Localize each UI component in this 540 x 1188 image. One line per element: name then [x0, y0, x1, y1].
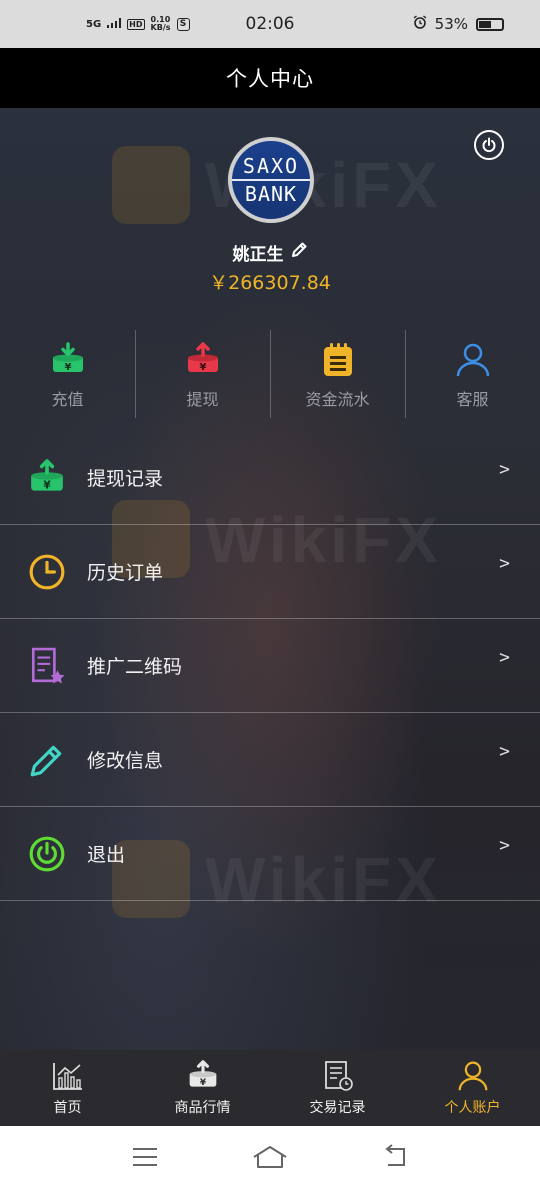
- power-icon: [482, 137, 496, 153]
- account-balance: ￥266307.84: [209, 272, 331, 294]
- username-row: 姚正生: [0, 240, 540, 265]
- power-icon: [28, 835, 66, 873]
- menu-item-label: 推广二维码: [87, 656, 183, 678]
- menu-item-history-orders[interactable]: 历史订单 >: [0, 525, 540, 619]
- page-title: 个人中心: [0, 48, 540, 108]
- home-icon[interactable]: [250, 1137, 290, 1177]
- receipt-icon: [321, 1059, 355, 1093]
- quick-action-label: 充值: [51, 390, 84, 409]
- avatar[interactable]: SAXO BANK: [228, 137, 314, 223]
- speed-readout: 0.10 KB/s: [151, 16, 171, 32]
- clock-icon: [28, 553, 66, 591]
- quick-actions: ¥ 充值 ¥ 提现 资金流水 客服: [0, 330, 540, 420]
- menu-item-label: 历史订单: [87, 562, 164, 584]
- document-star-icon: [28, 647, 66, 685]
- nav-label: 交易记录: [309, 1100, 366, 1116]
- chevron-right-icon: >: [499, 459, 510, 480]
- status-bar: 5G HD 0.10 KB/s S 02:06 53%: [0, 0, 540, 48]
- withdraw-icon: ¥: [183, 340, 223, 380]
- battery-percent: 53%: [434, 15, 468, 33]
- nav-trade-records[interactable]: 交易记录: [270, 1050, 405, 1126]
- system-nav-bar: [0, 1126, 540, 1188]
- nav-label: 商品行情: [174, 1100, 231, 1116]
- network-label: 5G: [86, 18, 102, 30]
- speed-unit: KB/s: [150, 23, 171, 32]
- svg-text:¥: ¥: [64, 362, 71, 373]
- quick-action-customer-service[interactable]: 客服: [405, 330, 540, 420]
- chevron-right-icon: >: [499, 553, 510, 574]
- menu-item-promo-qrcode[interactable]: 推广二维码 >: [0, 619, 540, 713]
- alarm-icon: [413, 15, 427, 33]
- status-right: 53%: [413, 15, 504, 33]
- withdraw-record-icon: ¥: [28, 458, 66, 497]
- avatar-divider: [232, 179, 310, 181]
- nav-label: 首页: [53, 1100, 82, 1116]
- chevron-right-icon: >: [499, 835, 510, 856]
- user-icon: [453, 340, 493, 380]
- logout-power-button[interactable]: [474, 130, 504, 160]
- bottom-nav: 首页 ¥ 商品行情 交易记录 个人账户: [0, 1050, 540, 1126]
- edit-pencil-icon[interactable]: [290, 241, 308, 264]
- chevron-right-icon: >: [499, 741, 510, 762]
- nav-products[interactable]: ¥ 商品行情: [135, 1050, 270, 1126]
- svg-text:¥: ¥: [43, 479, 51, 491]
- hd-icon: HD: [127, 18, 145, 30]
- quick-action-label: 资金流水: [305, 390, 370, 409]
- signal-icon: [107, 17, 122, 31]
- profile-main: WikiFX WikiFX WikiFX SAXO BANK 姚正生 ￥2663…: [0, 108, 540, 1050]
- quick-action-withdraw[interactable]: ¥ 提现: [135, 330, 270, 420]
- quick-action-deposit[interactable]: ¥ 充值: [0, 330, 135, 420]
- watermark-logo: [112, 146, 190, 224]
- deposit-icon: ¥: [48, 340, 88, 380]
- quick-action-label: 提现: [186, 390, 219, 409]
- menu-item-label: 提现记录: [87, 468, 164, 490]
- menu-icon[interactable]: [125, 1137, 165, 1177]
- svg-text:¥: ¥: [199, 362, 206, 373]
- user-icon: [456, 1059, 490, 1093]
- menu-item-edit-info[interactable]: 修改信息 >: [0, 713, 540, 807]
- app-notify-icon: S: [176, 17, 190, 31]
- menu-item-label: 修改信息: [87, 750, 164, 772]
- menu-item-logout[interactable]: 退出 >: [0, 807, 540, 901]
- pencil-icon: [28, 741, 66, 779]
- nav-home[interactable]: 首页: [0, 1050, 135, 1126]
- chevron-right-icon: >: [499, 647, 510, 668]
- nav-label: 个人账户: [444, 1100, 501, 1116]
- username: 姚正生: [232, 245, 284, 265]
- avatar-line2: BANK: [244, 182, 298, 206]
- menu-item-withdraw-record[interactable]: ¥ 提现记录 >: [0, 431, 540, 525]
- back-icon[interactable]: [375, 1137, 415, 1177]
- status-left: 5G HD 0.10 KB/s S: [86, 16, 190, 32]
- svg-text:¥: ¥: [199, 1078, 206, 1088]
- menu-list: ¥ 提现记录 > 历史订单 > 推广二维码 > 修改信息 > 退出 >: [0, 431, 540, 901]
- avatar-line1: SAXO: [242, 154, 300, 178]
- battery-icon: [476, 17, 504, 31]
- product-icon: ¥: [186, 1059, 220, 1093]
- chart-icon: [51, 1059, 85, 1093]
- nav-personal-account[interactable]: 个人账户: [405, 1050, 540, 1126]
- quick-action-fund-flow[interactable]: 资金流水: [270, 330, 405, 420]
- menu-item-label: 退出: [87, 844, 126, 866]
- quick-action-label: 客服: [456, 390, 489, 409]
- notepad-icon: [318, 340, 358, 380]
